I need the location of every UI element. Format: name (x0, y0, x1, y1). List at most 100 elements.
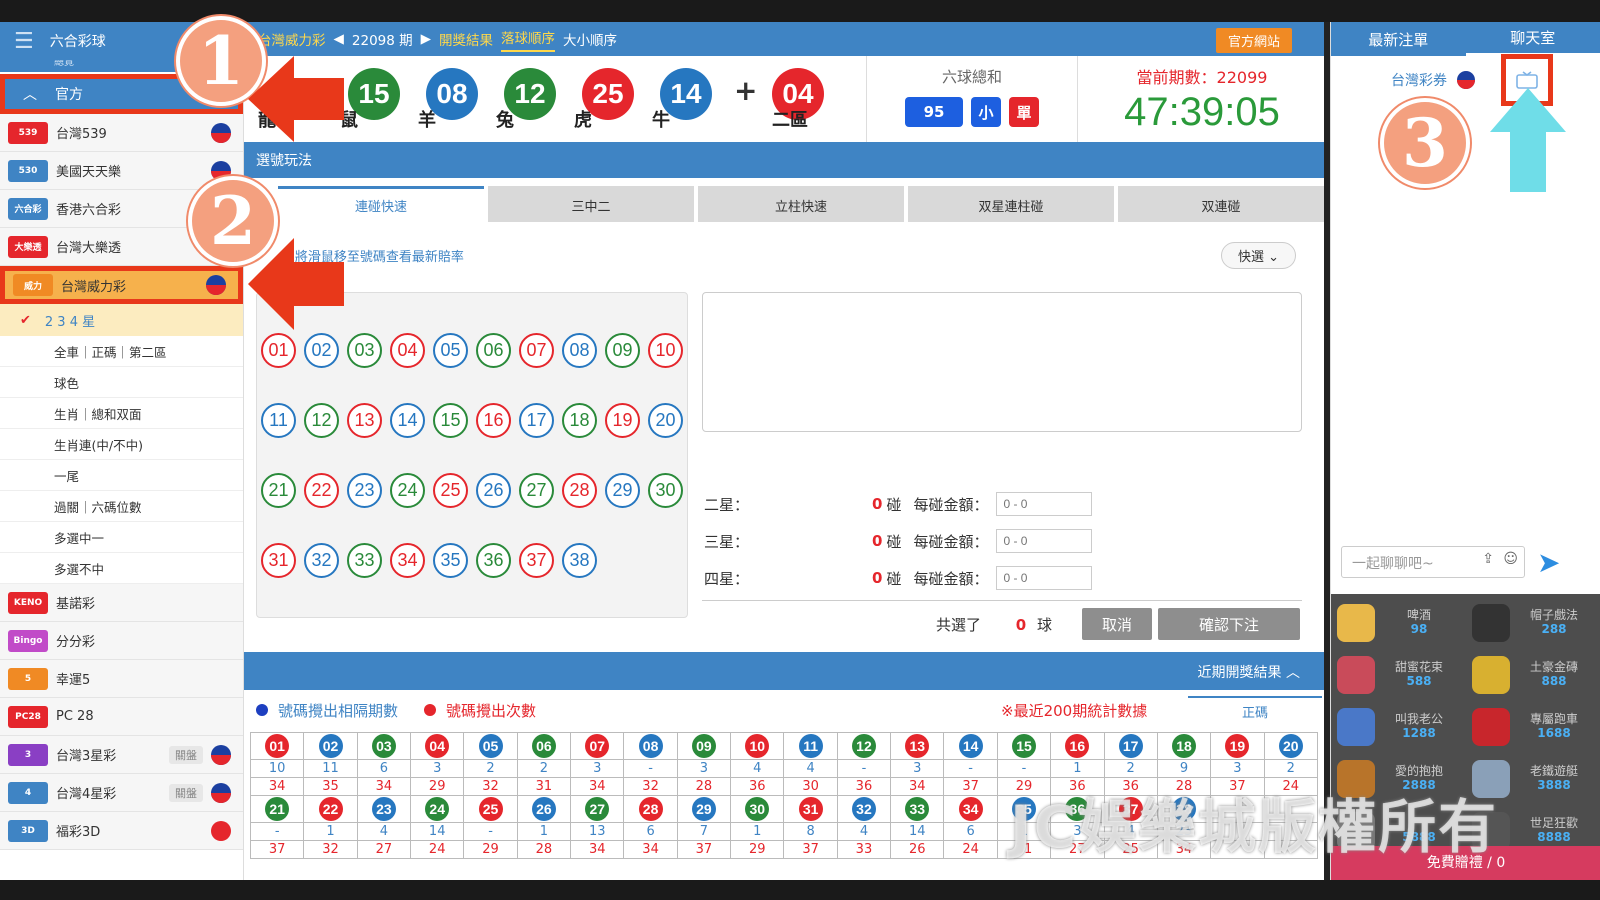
sidebar-subitem-7[interactable]: 多選不中 (0, 553, 243, 584)
official-site-button[interactable]: 官方網站 (1215, 28, 1292, 53)
menu-icon[interactable]: ☰ (14, 29, 34, 54)
number-ball-14[interactable]: 14 (390, 403, 425, 438)
gift-item[interactable]: 土豪金磚 888 (1466, 650, 1600, 702)
sidebar-game-bottom-4[interactable]: 3 台灣3星彩 關盤 (0, 736, 243, 774)
sidebar-subitem-4[interactable]: 一尾 (0, 460, 243, 491)
tab-zhengma[interactable]: 正碼 (1188, 696, 1322, 730)
stats-count: 28 (516, 840, 572, 859)
sidebar-game-top-0[interactable]: 539 台灣539 (0, 114, 243, 152)
number-ball-36[interactable]: 36 (476, 543, 511, 578)
number-ball-38[interactable]: 38 (562, 543, 597, 578)
gift-icon (1472, 604, 1510, 642)
number-ball-30[interactable]: 30 (648, 473, 683, 508)
chat-input[interactable]: 一起聊聊吧~ ⇪ ☺ (1341, 546, 1525, 578)
stats-count: 37 (943, 777, 998, 796)
tab-chatroom[interactable]: 聊天室 (1465, 22, 1600, 56)
gift-item[interactable]: 叫我老公 1288 (1331, 702, 1466, 754)
bet-row: 二星： 0 碰每碰金額： (704, 492, 1104, 516)
number-ball-04[interactable]: 04 (390, 333, 425, 368)
stats-ball: 01 (265, 734, 290, 758)
bet-amount-input[interactable] (996, 492, 1093, 516)
sidebar-game-bottom-0[interactable]: KENO 基諾彩 (0, 584, 243, 622)
number-ball-27[interactable]: 27 (519, 473, 554, 508)
share-icon[interactable]: ⇪ (1482, 551, 1494, 567)
recent-results-bar[interactable]: 近期開獎結果 ︿ (244, 652, 1324, 690)
nav-size-order-tab[interactable]: 大小順序 (563, 29, 617, 49)
number-ball-22[interactable]: 22 (304, 473, 339, 508)
number-ball-32[interactable]: 32 (304, 543, 339, 578)
nav-results-link[interactable]: 開獎結果 (439, 29, 493, 49)
number-ball-06[interactable]: 06 (476, 333, 511, 368)
number-ball-21[interactable]: 21 (261, 473, 296, 508)
stats-gap: 4 (356, 822, 412, 841)
number-ball-29[interactable]: 29 (605, 473, 640, 508)
number-ball-15[interactable]: 15 (433, 403, 468, 438)
number-ball-09[interactable]: 09 (605, 333, 640, 368)
number-ball-20[interactable]: 20 (648, 403, 683, 438)
number-ball-08[interactable]: 08 (562, 333, 597, 368)
emoji-icon[interactable]: ☺ (1503, 551, 1518, 567)
number-ball-19[interactable]: 19 (605, 403, 640, 438)
number-ball-12[interactable]: 12 (304, 403, 339, 438)
sidebar-subitem-1[interactable]: 球色 (0, 367, 243, 398)
number-ball-25[interactable]: 25 (433, 473, 468, 508)
bet-amount-label: 每碰金額： (913, 495, 989, 514)
tab-play-2[interactable]: 立柱快速 (698, 186, 904, 222)
gift-item[interactable]: 帽子戲法 288 (1466, 598, 1600, 650)
number-ball-17[interactable]: 17 (519, 403, 554, 438)
sidebar-game-bottom-1[interactable]: Bingo 分分彩 (0, 622, 243, 660)
prev-icon[interactable]: ◀ (334, 31, 344, 47)
confirm-bet-button[interactable]: 確認下注 (1158, 608, 1300, 640)
number-ball-11[interactable]: 11 (261, 403, 296, 438)
cancel-button[interactable]: 取消 (1082, 608, 1152, 640)
number-ball-13[interactable]: 13 (347, 403, 382, 438)
number-ball-03[interactable]: 03 (347, 333, 382, 368)
sidebar-game-bottom-3[interactable]: PC28 PC 28 (0, 698, 243, 736)
gift-item[interactable]: 啤酒 98 (1331, 598, 1466, 650)
sidebar-game-bottom-2[interactable]: 5 幸運5 (0, 660, 243, 698)
number-ball-18[interactable]: 18 (562, 403, 597, 438)
sidebar-subitem-3[interactable]: 生肖連(中/不中) (0, 429, 243, 460)
sidebar-selected-play[interactable]: ✔ 2 3 4 星 (0, 304, 243, 336)
gift-item[interactable]: 甜蜜花束 588 (1331, 650, 1466, 702)
tab-play-4[interactable]: 双連碰 (1118, 186, 1324, 222)
number-ball-02[interactable]: 02 (304, 333, 339, 368)
number-ball-07[interactable]: 07 (519, 333, 554, 368)
sidebar-game-bottom-5[interactable]: 4 台灣4星彩 關盤 (0, 774, 243, 812)
divider (702, 600, 1302, 601)
number-ball-28[interactable]: 28 (562, 473, 597, 508)
number-ball-01[interactable]: 01 (261, 333, 296, 368)
nav-game-name[interactable]: 台灣威力彩 (258, 29, 326, 49)
tab-play-3[interactable]: 双星連柱碰 (908, 186, 1114, 222)
tab-latest-bets[interactable]: 最新注單 (1331, 22, 1466, 56)
bet-amount-input[interactable] (996, 566, 1093, 590)
number-ball-33[interactable]: 33 (347, 543, 382, 578)
number-ball-10[interactable]: 10 (648, 333, 683, 368)
gift-item[interactable]: 專屬跑車 1688 (1466, 702, 1600, 754)
number-ball-26[interactable]: 26 (476, 473, 511, 508)
quick-select-dropdown[interactable]: 快選 ⌄ (1220, 242, 1296, 269)
sidebar-subitem-2[interactable]: 生肖｜總和双面 (0, 398, 243, 429)
nav-drop-order-tab[interactable]: 落球順序 (501, 27, 556, 52)
number-ball-31[interactable]: 31 (261, 543, 296, 578)
sum-value: 95 (905, 97, 963, 127)
number-ball-23[interactable]: 23 (347, 473, 382, 508)
number-ball-16[interactable]: 16 (476, 403, 511, 438)
sidebar-game-bottom-6[interactable]: 3D 福彩3D (0, 812, 243, 850)
number-ball-37[interactable]: 37 (519, 543, 554, 578)
sidebar-item-active-game[interactable]: 威力 台灣威力彩 (0, 266, 243, 304)
send-icon[interactable]: ➤ (1537, 546, 1560, 579)
bet-amount-input[interactable] (996, 529, 1093, 553)
number-ball-05[interactable]: 05 (433, 333, 468, 368)
tab-play-0[interactable]: 連碰快速 (278, 186, 484, 222)
sidebar-subitem-0[interactable]: 全車｜正碼｜第二區 (0, 336, 243, 367)
selection-textarea[interactable] (702, 292, 1302, 432)
number-ball-24[interactable]: 24 (390, 473, 425, 508)
next-icon[interactable]: ▶ (421, 31, 431, 47)
sidebar-subitem-6[interactable]: 多選中一 (0, 522, 243, 553)
sidebar-subitem-5[interactable]: 過關｜六碼位數 (0, 491, 243, 522)
number-ball-34[interactable]: 34 (390, 543, 425, 578)
number-ball-35[interactable]: 35 (433, 543, 468, 578)
tab-play-1[interactable]: 三中二 (488, 186, 694, 222)
arrow-left-icon (248, 238, 344, 330)
